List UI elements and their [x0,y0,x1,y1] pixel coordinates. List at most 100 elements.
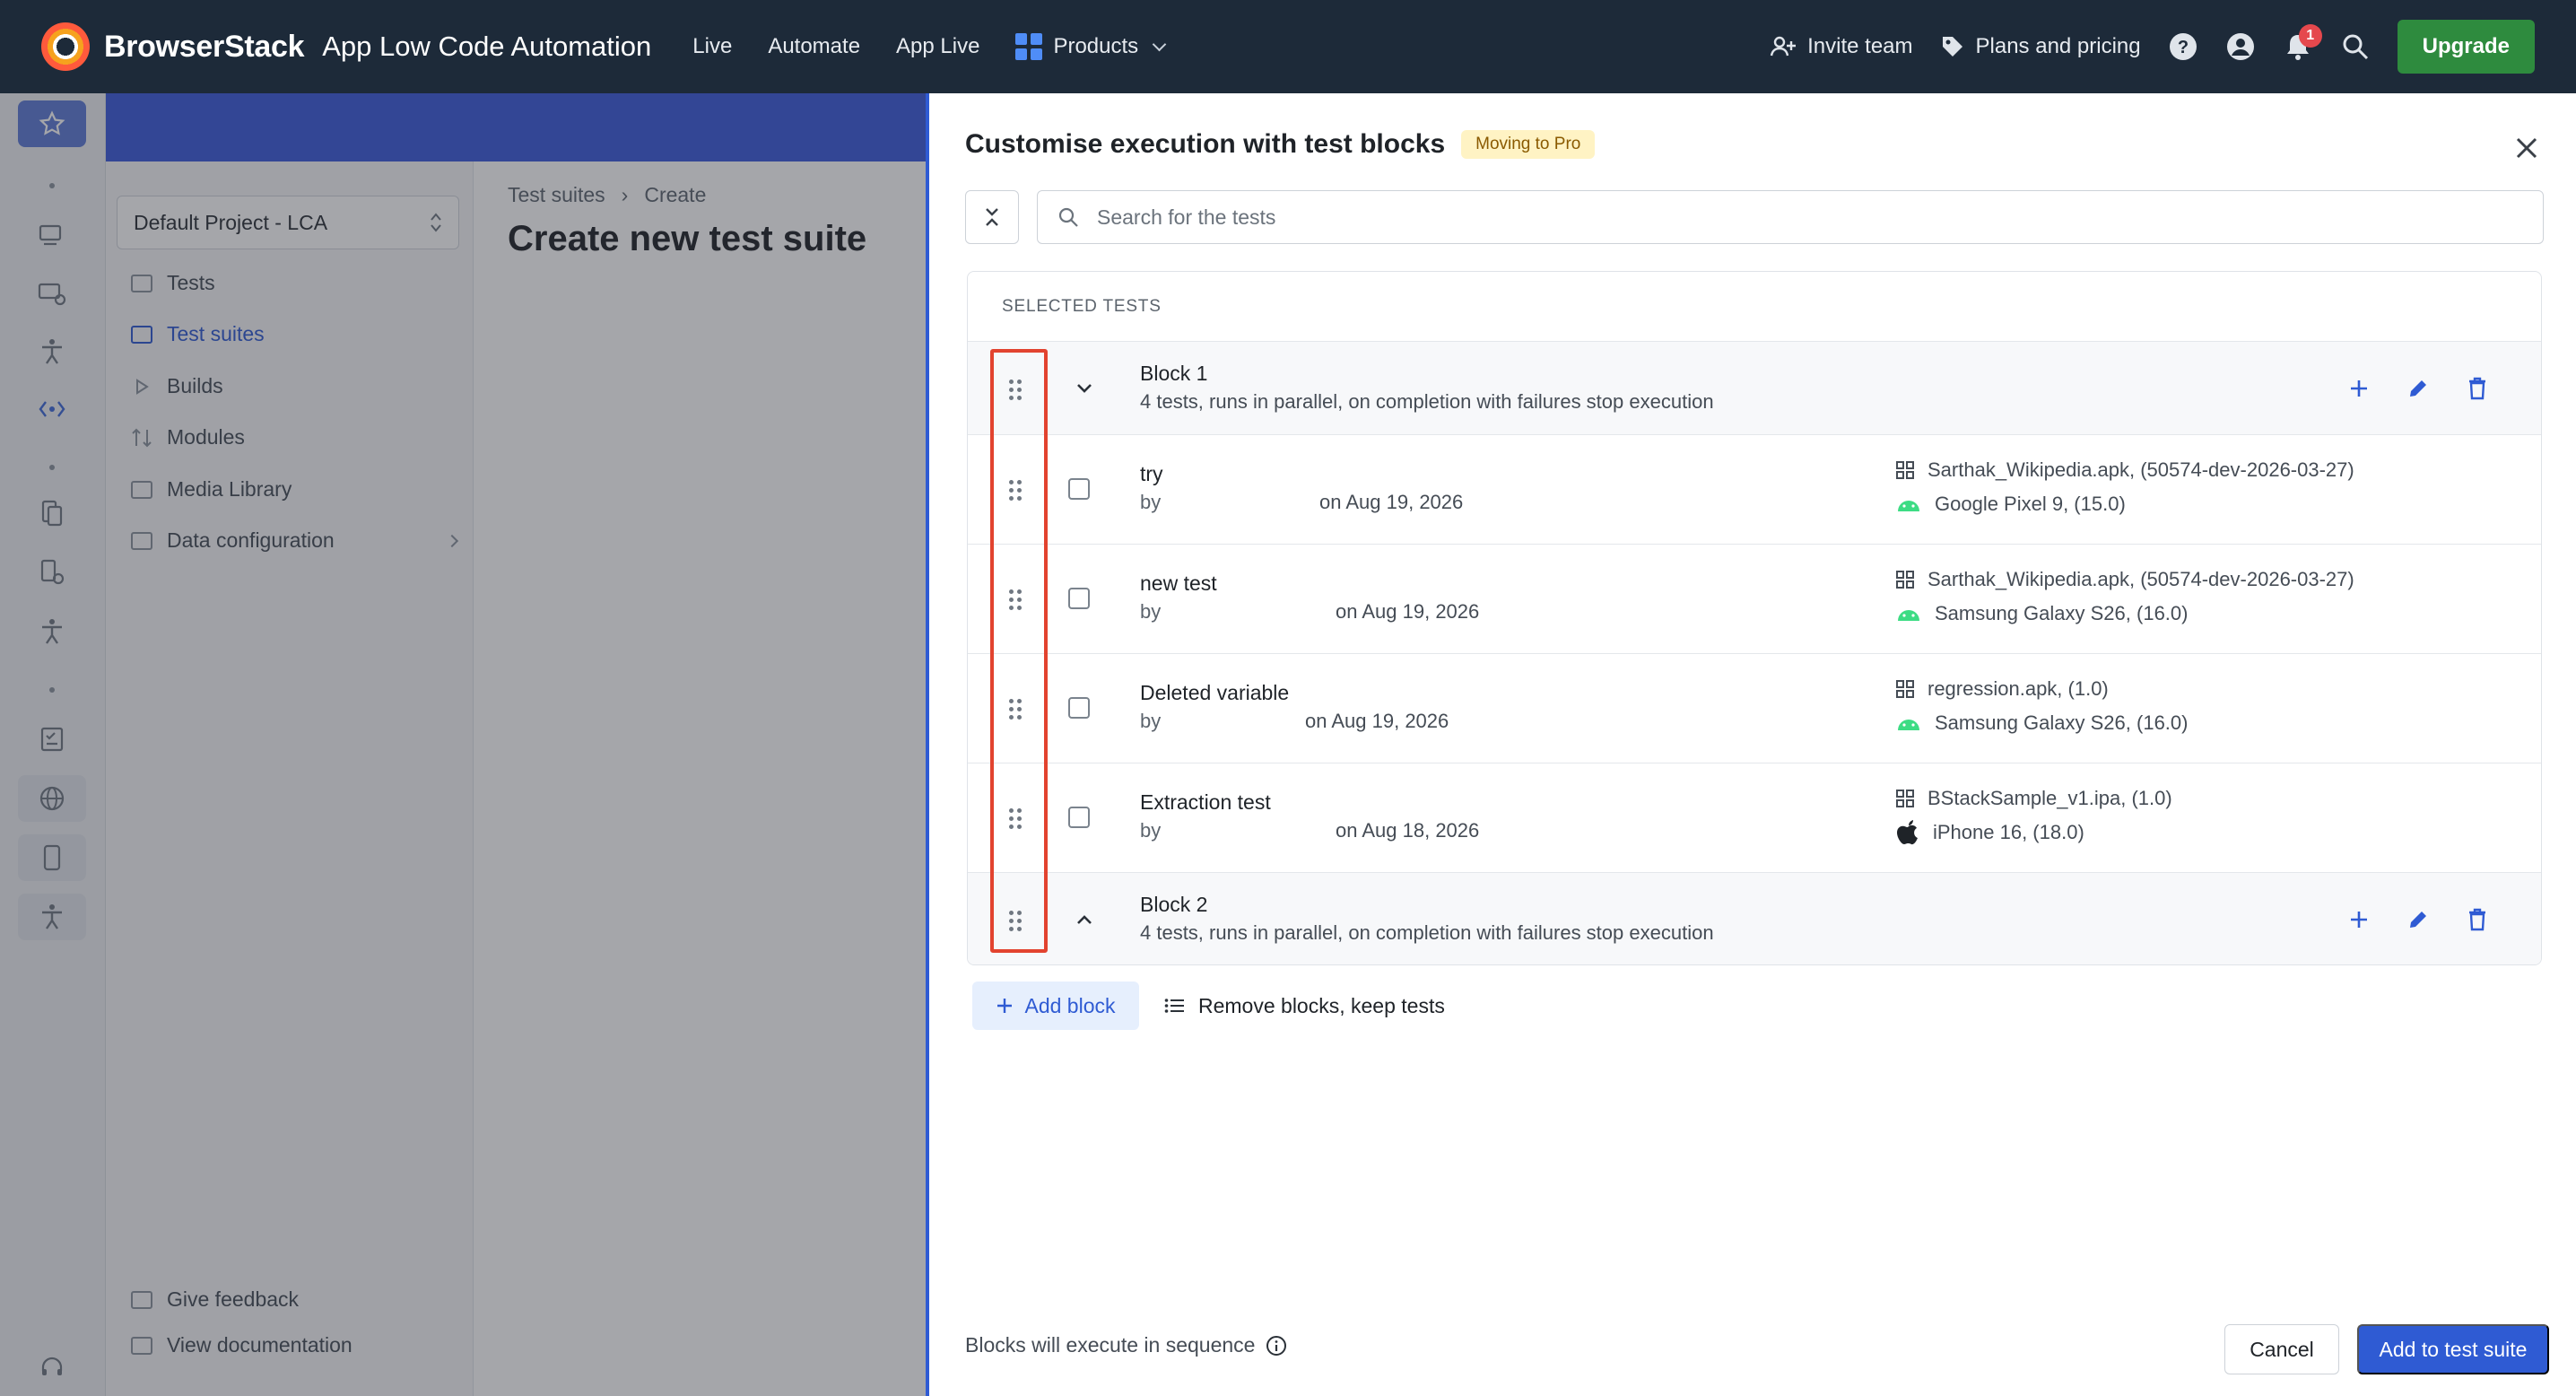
plans-pricing-label: Plans and pricing [1975,34,2141,58]
cancel-button[interactable]: Cancel [2224,1324,2339,1374]
test-row[interactable]: Extraction test by on Aug 18, 2026 BStac… [968,763,2541,873]
add-block-label: Add block [1024,993,1116,1017]
delete-trash-icon[interactable] [2464,906,2491,933]
add-to-test-suite-button[interactable]: Add to test suite [2357,1324,2549,1374]
test-checkbox[interactable] [1068,478,1090,500]
products-grid-icon [1015,33,1043,60]
test-device: iPhone 16, (18.0) [1895,819,2084,846]
top-navigation: BrowserStack App Low Code Automation Liv… [0,0,2576,93]
drag-handle-icon[interactable] [1009,699,1022,720]
android-icon [1898,720,1919,730]
drag-handle-icon[interactable] [1009,589,1022,610]
price-tag-icon [1942,37,1962,57]
test-row[interactable]: Deleted variable by on Aug 19, 2026 regr… [968,654,2541,763]
brand[interactable]: BrowserStack App Low Code Automation [41,22,651,71]
product-name: App Low Code Automation [322,31,652,62]
sequence-note-text: Blocks will execute in sequence [965,1333,1256,1357]
drag-handle-icon[interactable] [1009,480,1022,501]
drag-handle-icon[interactable] [1009,808,1022,829]
drawer-title-row: Customise execution with test blocks Mov… [965,129,1596,160]
collapse-chevrons-icon [986,208,998,226]
app-icon [1896,680,1914,698]
test-date: on Aug 19, 2026 [1319,491,1464,513]
test-checkbox[interactable] [1068,588,1090,609]
test-device-label: Samsung Galaxy S26, (16.0) [1935,602,2189,624]
android-icon [1898,610,1919,621]
primary-nav: Live Automate App Live Products [692,33,1167,60]
chevron-down-icon[interactable] [1074,378,1095,399]
nav-link-app-live[interactable]: App Live [896,34,979,59]
test-author: by [1140,491,1162,513]
test-device-label: Google Pixel 9, (15.0) [1935,493,2126,515]
remove-blocks-button[interactable]: Remove blocks, keep tests [1164,982,1445,1030]
block-name: Block 1 [1140,362,1208,385]
search-icon[interactable] [2340,31,2371,62]
test-date: on Aug 19, 2026 [1305,710,1449,732]
delete-trash-icon[interactable] [2464,375,2491,402]
browserstack-logo-icon [41,22,90,71]
notification-badge: 1 [2298,24,2322,48]
search-field[interactable] [1037,190,2544,244]
test-name: try [1140,462,1163,485]
pro-badge: Moving to Pro [1461,130,1596,159]
add-block-button[interactable]: Add block [972,982,1139,1030]
help-icon[interactable]: ? [2168,31,2198,62]
bell-icon[interactable]: 1 [2283,24,2322,62]
collapse-all-button[interactable] [965,190,1019,244]
test-app: Sarthak_Wikipedia.apk, (50574-dev-2026-0… [1895,458,2354,482]
edit-pencil-icon[interactable] [2405,375,2432,402]
app-icon [1896,461,1914,479]
section-header: SELECTED TESTS [968,272,2541,342]
test-name: Extraction test [1140,790,1271,814]
add-test-icon[interactable] [2345,906,2372,933]
block-actions [2345,906,2491,933]
list-icon [1164,999,1184,1013]
chevron-up-icon[interactable] [1074,909,1095,930]
add-test-icon[interactable] [2345,375,2372,402]
products-menu[interactable]: Products [1015,33,1167,60]
test-app-label: Sarthak_Wikipedia.apk, (50574-dev-2026-0… [1928,568,2354,590]
test-row[interactable]: new test by on Aug 19, 2026 Sarthak_Wiki… [968,545,2541,654]
invite-team-label: Invite team [1807,34,1913,58]
block-meta: 4 tests, runs in parallel, on completion… [1140,390,1714,413]
block-row[interactable]: Block 1 4 tests, runs in parallel, on co… [968,342,2541,435]
test-device: Google Pixel 9, (15.0) [1895,493,2126,516]
test-checkbox[interactable] [1068,697,1090,719]
test-row[interactable]: try by on Aug 19, 2026 Sarthak_Wikipedia… [968,435,2541,545]
search-icon [1058,207,1078,227]
plus-icon [997,999,1013,1013]
test-app-label: regression.apk, (1.0) [1928,677,2109,700]
test-checkbox[interactable] [1068,807,1090,828]
android-icon [1898,501,1919,511]
products-label: Products [1053,34,1139,58]
info-icon[interactable] [1266,1335,1287,1357]
sequence-note: Blocks will execute in sequence [965,1333,1287,1357]
search-input[interactable] [1097,205,2523,230]
test-author: by [1140,819,1162,842]
test-blocks-drawer: Customise execution with test blocks Mov… [926,93,2576,1396]
close-icon[interactable] [2513,135,2540,161]
chevron-down-icon [1152,37,1167,51]
block-name: Block 2 [1140,893,1208,916]
test-app: regression.apk, (1.0) [1895,677,2109,701]
block-row[interactable]: Block 2 4 tests, runs in parallel, on co… [968,873,2541,964]
nav-link-automate[interactable]: Automate [768,34,860,59]
drag-handle-icon[interactable] [1009,911,1022,931]
test-app: Sarthak_Wikipedia.apk, (50574-dev-2026-0… [1895,568,2354,591]
modal-overlay[interactable] [0,93,926,1396]
upgrade-button[interactable]: Upgrade [2397,20,2535,74]
test-author: by [1140,710,1162,732]
test-device: Samsung Galaxy S26, (16.0) [1895,711,2188,735]
block-meta: 4 tests, runs in parallel, on completion… [1140,921,1714,944]
account-icon[interactable] [2225,31,2256,62]
invite-team-button[interactable]: Invite team [1770,34,1913,59]
brand-name: BrowserStack [104,29,305,64]
test-date: on Aug 19, 2026 [1336,600,1480,623]
nav-link-live[interactable]: Live [692,34,732,59]
test-name: new test [1140,571,1217,595]
drag-handle-icon[interactable] [1009,380,1022,400]
test-device: Samsung Galaxy S26, (16.0) [1895,602,2188,625]
plans-pricing-link[interactable]: Plans and pricing [1940,34,2141,59]
block-actions [2345,375,2491,402]
edit-pencil-icon[interactable] [2405,906,2432,933]
